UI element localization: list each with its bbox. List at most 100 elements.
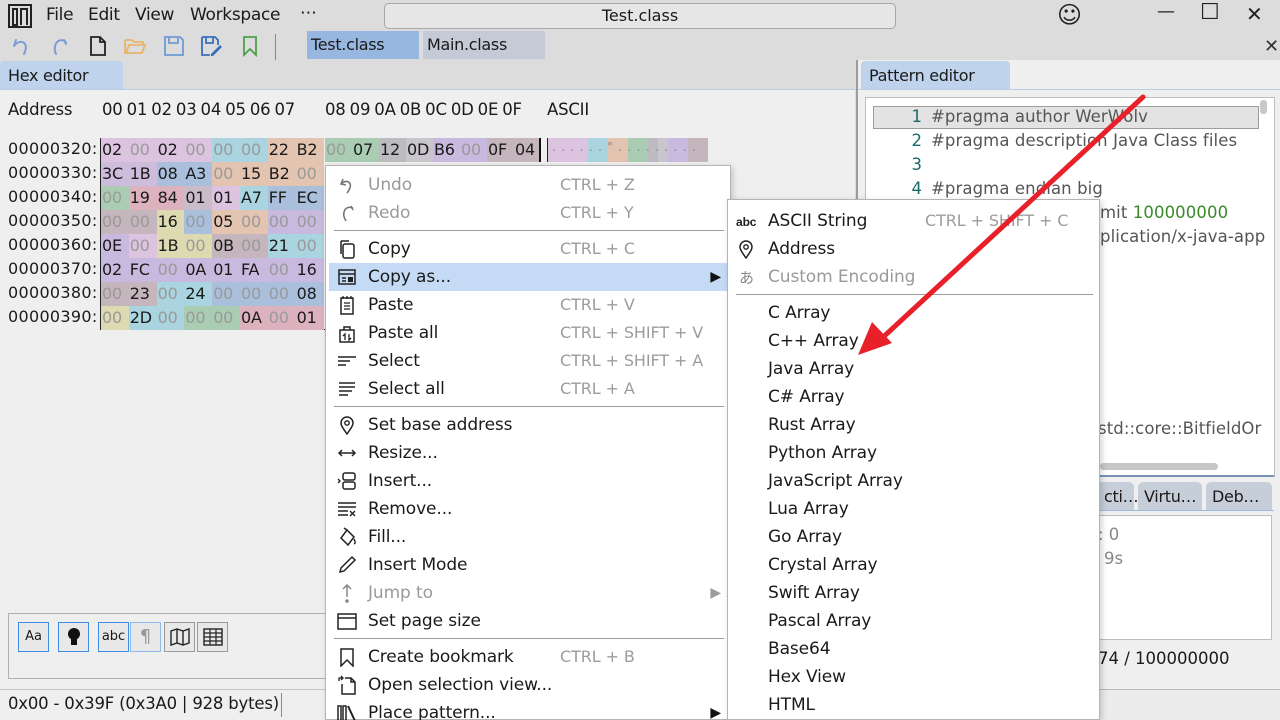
menu-item-paste[interactable]: Paste CTRL + V: [329, 291, 729, 319]
hex-byte[interactable]: 01: [184, 186, 213, 210]
tab-debugger[interactable]: Deb…: [1206, 482, 1272, 510]
hex-byte[interactable]: 00: [128, 210, 158, 234]
undo-icon[interactable]: [10, 34, 34, 58]
hex-byte[interactable]: 00: [240, 138, 269, 162]
hex-byte[interactable]: 00: [240, 234, 269, 258]
save-icon[interactable]: [162, 34, 186, 58]
map-button[interactable]: [164, 622, 195, 652]
hex-byte[interactable]: 00: [156, 258, 186, 282]
copy-as-crystal-array[interactable]: Crystal Array: [728, 551, 1101, 579]
hex-byte[interactable]: 84: [156, 186, 186, 210]
hex-byte[interactable]: 00: [156, 282, 186, 306]
hex-byte[interactable]: 00: [184, 234, 213, 258]
open-folder-icon[interactable]: [123, 34, 147, 58]
hex-byte[interactable]: A7: [240, 186, 269, 210]
hex-byte[interactable]: 01: [212, 258, 241, 282]
menu-item-insert-mode[interactable]: Insert Mode: [329, 551, 729, 579]
hex-byte[interactable]: 00: [101, 306, 130, 330]
hex-byte[interactable]: 2D: [128, 306, 158, 330]
highlight-toggle-button[interactable]: [58, 622, 89, 652]
hex-byte[interactable]: 1B: [156, 234, 186, 258]
menu-item-redo[interactable]: Redo CTRL + Y: [329, 199, 729, 227]
hex-byte[interactable]: B6: [433, 138, 461, 162]
hex-byte[interactable]: 00: [295, 210, 325, 234]
hex-byte[interactable]: 16: [295, 258, 325, 282]
menu-item-create-bookmark[interactable]: Create bookmark CTRL + B: [329, 643, 729, 671]
hex-byte[interactable]: 0A: [240, 306, 269, 330]
hex-byte[interactable]: 3C: [101, 162, 130, 186]
hex-byte[interactable]: 19: [128, 186, 158, 210]
hex-byte[interactable]: 16: [156, 210, 186, 234]
hex-byte[interactable]: B2: [267, 162, 297, 186]
copy-as-c-array[interactable]: C Array: [728, 299, 1101, 327]
hex-byte[interactable]: 00: [184, 306, 213, 330]
copy-as-ascii-string[interactable]: abc ASCII String CTRL + SHIFT + C: [728, 207, 1101, 235]
feedback-smiley-icon[interactable]: ☺: [1057, 1, 1082, 29]
menu-item-resize[interactable]: Resize...: [329, 439, 729, 467]
hex-byte[interactable]: 00: [295, 162, 325, 186]
hex-byte[interactable]: 00: [212, 282, 241, 306]
copy-as-hex-view[interactable]: Hex View: [728, 663, 1101, 691]
menu-more[interactable]: ⋯: [300, 3, 317, 23]
hex-byte[interactable]: 00: [128, 234, 158, 258]
hex-byte[interactable]: FC: [128, 258, 158, 282]
window-title[interactable]: Test.class: [384, 3, 896, 29]
hex-byte[interactable]: 00: [184, 210, 213, 234]
menu-item-insert[interactable]: Insert...: [329, 467, 729, 495]
hex-byte[interactable]: 0E: [101, 234, 130, 258]
hex-byte[interactable]: FF: [267, 186, 297, 210]
hex-byte[interactable]: 00: [156, 306, 186, 330]
tab-pattern-editor[interactable]: Pattern editor: [861, 61, 1010, 89]
hex-byte[interactable]: 24: [184, 282, 213, 306]
hex-byte[interactable]: 00: [240, 210, 269, 234]
menu-edit[interactable]: Edit: [88, 5, 120, 25]
hex-byte[interactable]: 07: [352, 138, 380, 162]
hex-byte[interactable]: 00: [325, 138, 353, 162]
hex-byte[interactable]: 04: [514, 138, 541, 162]
tab-hex-editor[interactable]: Hex editor: [0, 61, 123, 89]
hex-byte[interactable]: 00: [101, 282, 130, 306]
hex-byte[interactable]: 12: [379, 138, 407, 162]
file-tab-main-class[interactable]: Main.class: [423, 31, 545, 59]
copy-as-pascal-array[interactable]: Pascal Array: [728, 607, 1101, 635]
copy-as-html[interactable]: HTML: [728, 691, 1101, 719]
hex-byte[interactable]: 0A: [184, 258, 213, 282]
hex-byte[interactable]: 0B: [212, 234, 241, 258]
copy-as-javascript-array[interactable]: JavaScript Array: [728, 467, 1101, 495]
hex-byte[interactable]: 08: [295, 282, 325, 306]
hex-byte[interactable]: 00: [101, 186, 130, 210]
close-tab-icon[interactable]: ✕: [1264, 36, 1279, 57]
copy-as-custom-encoding[interactable]: あ Custom Encoding: [728, 263, 1101, 291]
menu-item-set-page-size[interactable]: Set page size: [329, 607, 729, 635]
hex-byte[interactable]: 00: [212, 162, 241, 186]
hex-byte[interactable]: FA: [240, 258, 269, 282]
horizontal-scrollbar[interactable]: [1100, 463, 1218, 470]
menu-view[interactable]: View: [135, 5, 174, 25]
copy-as-lua-array[interactable]: Lua Array: [728, 495, 1101, 523]
hex-byte[interactable]: 00: [267, 258, 297, 282]
bookmark-icon[interactable]: [238, 34, 262, 58]
menu-item-select[interactable]: Select CTRL + SHIFT + A: [329, 347, 729, 375]
new-file-icon[interactable]: [86, 34, 110, 58]
menu-item-remove[interactable]: Remove...: [329, 495, 729, 523]
hex-byte[interactable]: 00: [184, 138, 213, 162]
hex-byte[interactable]: 00: [128, 138, 158, 162]
menu-item-open-selection-view[interactable]: Open selection view...: [329, 671, 729, 699]
hex-byte[interactable]: 00: [101, 210, 130, 234]
hex-byte[interactable]: 02: [156, 138, 186, 162]
hex-byte[interactable]: 00: [212, 306, 241, 330]
minimize-button[interactable]: —: [1157, 1, 1175, 22]
hex-byte[interactable]: EC: [295, 186, 325, 210]
hex-byte[interactable]: 15: [240, 162, 269, 186]
save-as-icon[interactable]: [199, 34, 223, 58]
hex-byte[interactable]: 05: [212, 210, 241, 234]
menu-item-fill[interactable]: Fill...: [329, 523, 729, 551]
menu-workspace[interactable]: Workspace: [190, 5, 281, 25]
copy-as-python-array[interactable]: Python Array: [728, 439, 1101, 467]
menu-item-copy-as[interactable]: Copy as... ▶: [329, 263, 729, 291]
hex-byte[interactable]: 22: [267, 138, 297, 162]
hex-byte[interactable]: B2: [295, 138, 325, 162]
hex-byte[interactable]: 00: [460, 138, 488, 162]
hex-byte[interactable]: 02: [101, 138, 130, 162]
copy-as-swift-array[interactable]: Swift Array: [728, 579, 1101, 607]
